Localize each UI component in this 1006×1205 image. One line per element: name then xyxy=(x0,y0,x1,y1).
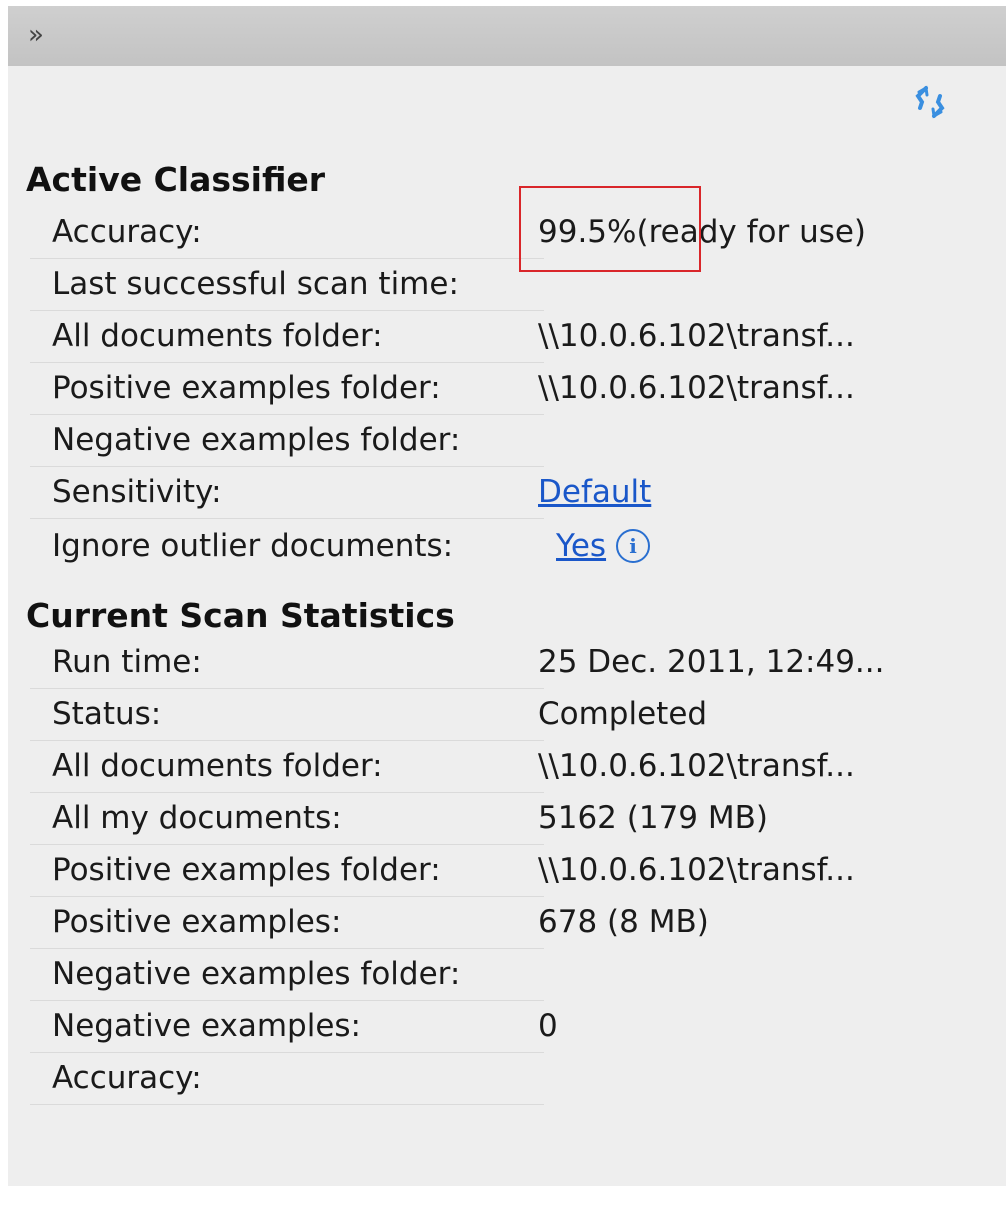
row-divider xyxy=(30,844,544,845)
row-divider xyxy=(30,792,544,793)
ss-positive-examples-value: 678 (8 MB) xyxy=(538,904,709,940)
ignore-outliers-link[interactable]: Yes xyxy=(556,528,606,564)
row-divider xyxy=(30,466,544,467)
ac-accuracy-label: Accuracy: xyxy=(52,214,202,250)
ss-accuracy-label: Accuracy: xyxy=(52,1060,202,1096)
refresh-icon[interactable] xyxy=(910,82,950,122)
row-divider xyxy=(30,740,544,741)
sensitivity-link[interactable]: Default xyxy=(538,474,651,510)
row-divider xyxy=(30,1052,544,1053)
ss-negative-examples-label: Negative examples: xyxy=(52,1008,362,1044)
ss-run-time-label: Run time: xyxy=(52,644,202,680)
ss-positive-examples-label: Positive examples: xyxy=(52,904,342,940)
row-divider xyxy=(30,948,544,949)
double-chevron-right-icon[interactable]: » xyxy=(28,20,44,50)
ss-all-docs-folder-label: All documents folder: xyxy=(52,748,383,784)
ac-ignore-outliers-label: Ignore outlier documents: xyxy=(52,528,454,564)
ss-all-my-docs-value: 5162 (179 MB) xyxy=(538,800,768,836)
row-divider xyxy=(30,310,544,311)
ss-run-time-value: 25 Dec. 2011, 12:49... xyxy=(538,644,885,680)
row-divider xyxy=(30,414,544,415)
ac-all-docs-folder-label: All documents folder: xyxy=(52,318,383,354)
accuracy-highlight-box xyxy=(519,186,701,272)
info-icon[interactable]: i xyxy=(616,529,651,563)
row-divider xyxy=(30,1104,544,1105)
ss-status-label: Status: xyxy=(52,696,162,732)
ss-negative-folder-label: Negative examples folder: xyxy=(52,956,461,992)
ss-positive-folder-label: Positive examples folder: xyxy=(52,852,441,888)
ss-positive-folder-value: \\10.0.6.102\transf... xyxy=(538,852,855,888)
ss-all-docs-folder-value: \\10.0.6.102\transf... xyxy=(538,748,855,784)
ac-last-scan-label: Last successful scan time: xyxy=(52,266,459,302)
ss-status-value: Completed xyxy=(538,696,708,732)
ss-all-my-docs-label: All my documents: xyxy=(52,800,342,836)
panel-header-bar: » xyxy=(8,6,1006,66)
ac-all-docs-folder-value: \\10.0.6.102\transf... xyxy=(538,318,855,354)
row-divider xyxy=(30,258,544,259)
row-divider xyxy=(30,688,544,689)
row-divider xyxy=(30,896,544,897)
ac-positive-folder-label: Positive examples folder: xyxy=(52,370,441,406)
scan-stats-heading: Current Scan Statistics xyxy=(26,596,455,635)
row-divider xyxy=(30,518,544,519)
row-divider xyxy=(30,1000,544,1001)
ac-negative-folder-label: Negative examples folder: xyxy=(52,422,461,458)
ac-sensitivity-label: Sensitivity: xyxy=(52,474,222,510)
ac-ignore-outliers-value: Yes i xyxy=(556,528,651,564)
ss-negative-examples-value: 0 xyxy=(538,1008,558,1044)
row-divider xyxy=(30,362,544,363)
ac-positive-folder-value: \\10.0.6.102\transf... xyxy=(538,370,855,406)
active-classifier-heading: Active Classifier xyxy=(26,160,326,199)
